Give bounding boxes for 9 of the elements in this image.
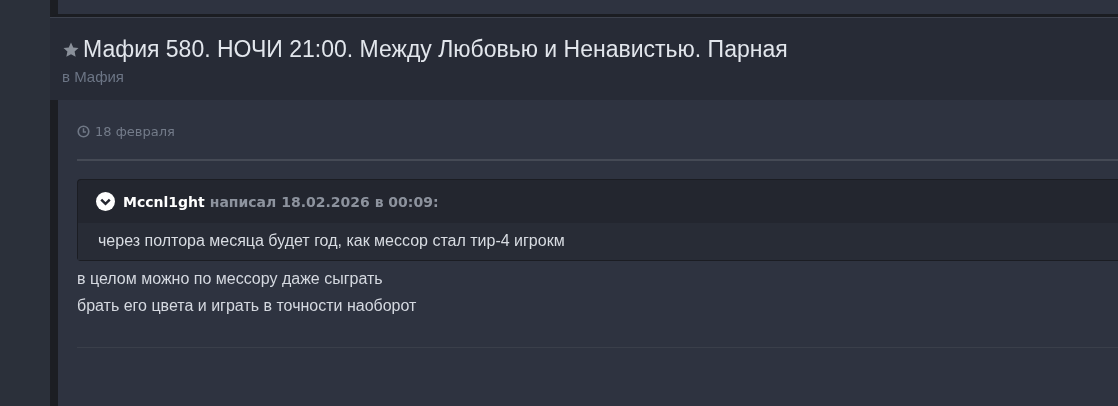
quote-meta: написал 18.02.2026 в 00:09: [209, 193, 439, 210]
post-date: 18 февраля [95, 124, 175, 139]
quote-text: через полтора месяца будет год, как мессор стал тир-4 игрокм [98, 232, 565, 249]
post-text: брать его цвета и играть в точности наоборот [77, 296, 418, 316]
chevron-icon[interactable] [96, 192, 115, 211]
post-text: в целом можно по мессору даже сыграть [77, 269, 384, 289]
topic-title: Мафия 580. НОЧИ 21:00. Между Любовью и Ненавистью. Парная [83, 36, 788, 63]
quote-author[interactable]: Mccnl1ght [123, 193, 205, 210]
clock-icon [77, 125, 90, 138]
